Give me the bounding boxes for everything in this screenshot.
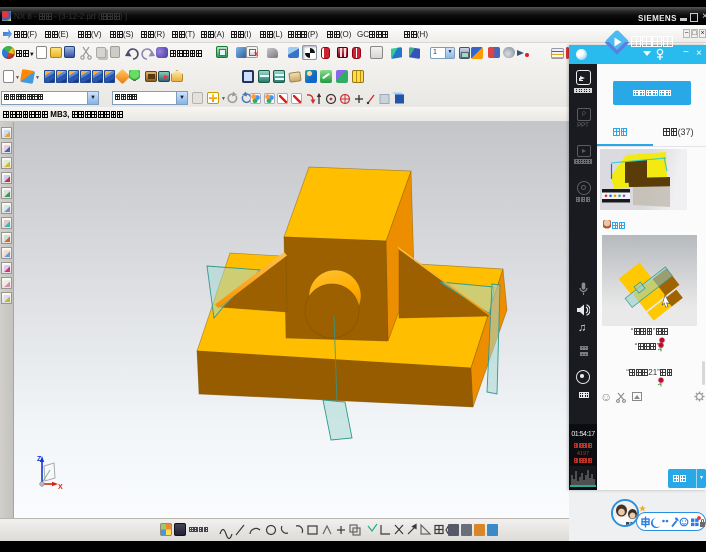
svg-text:X: X: [58, 484, 63, 491]
svg-text:Z: Z: [37, 456, 42, 463]
